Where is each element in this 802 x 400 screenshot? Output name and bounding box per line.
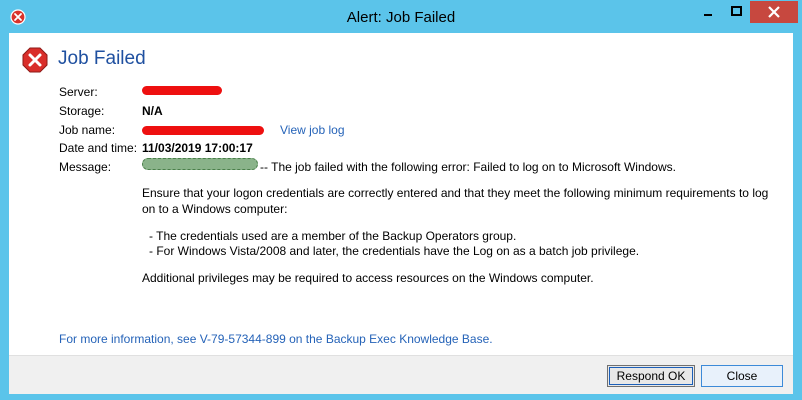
server-label: Server: xyxy=(59,85,98,99)
window-title: Alert: Job Failed xyxy=(346,9,456,26)
message-bullet-2: - For Windows Vista/2008 and later, the … xyxy=(149,244,640,258)
jobname-label: Job name: xyxy=(59,123,116,137)
error-icon xyxy=(22,47,48,73)
title-bar[interactable]: Alert: Job Failed xyxy=(1,1,801,33)
maximize-button[interactable] xyxy=(723,1,750,23)
message-paragraph-1-line-2: on to a Windows computer: xyxy=(142,202,288,216)
storage-value: N/A xyxy=(142,104,163,118)
message-first-line: -- The job failed with the following err… xyxy=(260,160,676,174)
message-paragraph-1-line-1: Ensure that your logon credentials are c… xyxy=(142,186,769,200)
message-source-redacted xyxy=(142,158,258,170)
jobname-value-redacted xyxy=(142,126,264,135)
message-label: Message: xyxy=(59,160,112,174)
view-job-log-link[interactable]: View job log xyxy=(280,123,345,137)
maximize-icon xyxy=(731,6,742,16)
storage-label: Storage: xyxy=(59,104,105,118)
minimize-button[interactable] xyxy=(693,1,723,23)
alert-window: Alert: Job Failed Job Failed Server: Sto xyxy=(0,0,802,400)
message-paragraph-2: Additional privileges may be required to… xyxy=(142,271,594,285)
dialog-body: Job Failed Server: Storage: N/A Job name… xyxy=(9,33,793,394)
knowledge-base-link[interactable]: For more information, see V-79-57344-899… xyxy=(59,332,493,346)
close-button[interactable]: Close xyxy=(701,365,783,387)
datetime-label: Date and time: xyxy=(59,141,138,155)
close-window-button[interactable] xyxy=(750,1,798,23)
datetime-value: 11/03/2019 17:00:17 xyxy=(142,141,253,155)
page-title: Job Failed xyxy=(58,48,146,69)
focus-ring xyxy=(609,367,693,385)
server-value-redacted xyxy=(142,86,222,95)
message-bullet-1: - The credentials used are a member of t… xyxy=(149,229,517,243)
close-icon xyxy=(768,6,780,18)
button-bar: Respond OK Close xyxy=(9,355,793,394)
respond-ok-button[interactable]: Respond OK xyxy=(607,365,695,387)
minimize-icon xyxy=(704,14,712,16)
